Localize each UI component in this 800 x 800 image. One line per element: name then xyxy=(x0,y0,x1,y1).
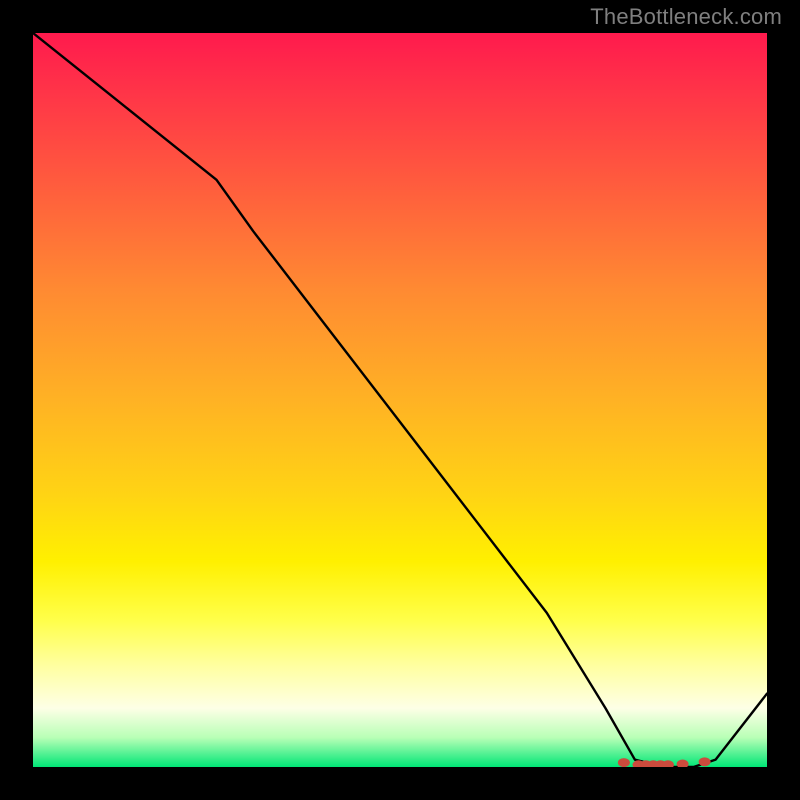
watermark-text: TheBottleneck.com xyxy=(590,4,782,30)
marker-dot xyxy=(677,760,689,767)
chart-frame: TheBottleneck.com xyxy=(0,0,800,800)
chart-overlay xyxy=(33,33,767,767)
marker-dot xyxy=(618,758,630,767)
marker-dot xyxy=(699,757,711,766)
curve-line xyxy=(33,33,767,767)
